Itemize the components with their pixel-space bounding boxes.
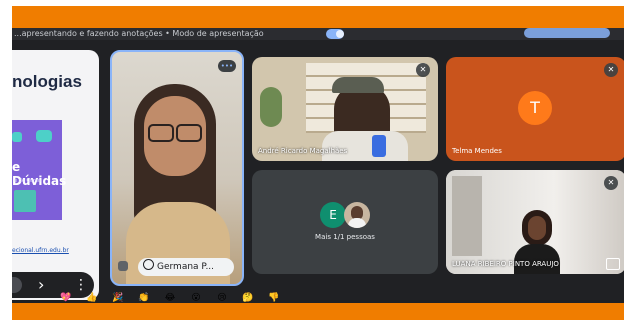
picture-in-picture-icon[interactable] (606, 258, 620, 270)
participant-name: Germana P... (157, 262, 215, 272)
reaction-clap-icon[interactable]: 👏 (138, 292, 150, 303)
slide-panel: e Dúvidas e de Curso (12, 120, 66, 220)
mic-off-icon: ✕ (604, 63, 618, 77)
slide-url[interactable]: ecional.ufrn.edu.br (12, 247, 69, 254)
screenshot-frame: ...apresentando e fazendo anotações • Mo… (0, 0, 632, 322)
slide-title: nologias (12, 72, 82, 91)
orange-top-bar (12, 6, 624, 28)
participant-tile-luana[interactable]: ✕ LUANA RIBEIRO PINTO ARAUJO (446, 170, 624, 274)
reaction-thinking-icon[interactable]: 🤔 (242, 292, 254, 303)
question-bubble-icon (36, 130, 52, 142)
reaction-surprised-icon[interactable]: 😮 (190, 292, 202, 303)
chat-bubble-icon (12, 132, 22, 142)
reaction-heart-icon[interactable]: 💖 (60, 292, 72, 303)
reaction-party-icon[interactable]: 🎉 (112, 292, 124, 303)
reaction-laugh-icon[interactable]: 😂 (164, 292, 176, 303)
participant-tile-germana[interactable]: ••• Germana P... (110, 50, 244, 286)
participant-nameplate[interactable]: Germana P... (138, 258, 234, 276)
glasses-left (148, 124, 174, 142)
stop-presenting-button[interactable] (524, 28, 610, 38)
presentation-tile[interactable]: nologias e Dúvidas e de Curso ecional.uf… (12, 50, 99, 300)
header-text: ...apresentando e fazendo anotações • Mo… (14, 29, 264, 38)
presentation-mode-toggle[interactable] (326, 29, 344, 39)
orange-bottom-bar (12, 303, 624, 320)
more-people-label: Mais 1/1 pessoas (315, 233, 375, 241)
meet-top-strip: ...apresentando e fazendo anotações • Mo… (12, 28, 624, 40)
participant-avatar: E (320, 202, 346, 228)
participant-name: Telma Mendes (452, 147, 502, 155)
pin-icon[interactable] (143, 259, 154, 270)
meet-window: ...apresentando e fazendo anotações • Mo… (12, 28, 624, 303)
slide-subheading: e de Curso (14, 178, 41, 184)
reaction-sad-icon[interactable]: 😢 (216, 292, 228, 303)
control-handle[interactable] (12, 277, 22, 293)
next-slide-icon[interactable]: › (38, 275, 44, 295)
participant-tile-telma[interactable]: T ✕ Telma Mendes (446, 57, 624, 161)
more-people-tile[interactable]: E Mais 1/1 pessoas (252, 170, 438, 274)
participant-avatar: T (518, 91, 552, 125)
tile-options-icon[interactable] (118, 261, 128, 271)
reaction-thumbs-up-icon[interactable]: 👍 (86, 292, 98, 303)
slide-card (14, 190, 36, 212)
reaction-bar: 💖 👍 🎉 👏 😂 😮 😢 🤔 👎 (60, 292, 300, 303)
participant-avatar-photo (344, 202, 370, 228)
glasses-right (176, 124, 202, 142)
participant-name: André Ricardo Magalhães (258, 147, 348, 155)
speaking-indicator-icon: ••• (218, 60, 236, 72)
participant-name: LUANA RIBEIRO PINTO ARAUJO (452, 260, 559, 268)
mic-off-icon: ✕ (604, 176, 618, 190)
mic-off-icon: ✕ (416, 63, 430, 77)
reaction-thumbs-down-icon[interactable]: 👎 (268, 292, 280, 303)
participant-tile-andre[interactable]: ✕ André Ricardo Magalhães (252, 57, 438, 161)
